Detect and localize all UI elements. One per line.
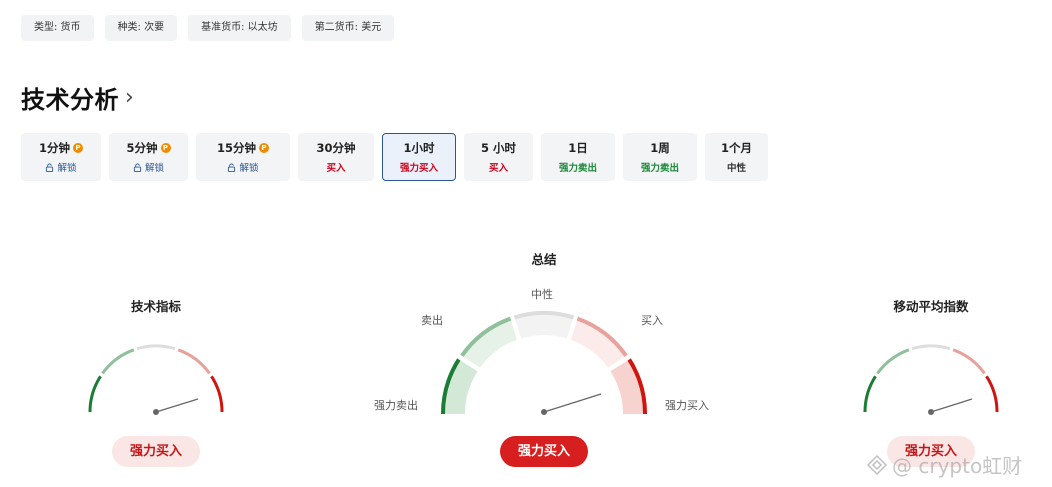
strong-buy-label: 强力买入 (665, 399, 709, 412)
buy-arc (177, 348, 211, 375)
summary-result-badge: 强力买入 (500, 436, 588, 467)
neutral-label: 中性 (531, 288, 553, 301)
summary-gauge-title: 总结 (531, 252, 557, 267)
strong-buy-arc (210, 375, 224, 413)
watermark-text: @ crypto虹财 (892, 454, 1023, 478)
strong-sell-arc (863, 375, 877, 413)
sell-arc (876, 348, 910, 375)
watermark: @ crypto虹财 (866, 450, 1022, 479)
summary-gauge (440, 310, 648, 415)
sell-arc (101, 348, 135, 375)
strong-sell-label: 强力卖出 (374, 399, 418, 412)
sell-label: 卖出 (421, 314, 443, 327)
neutral-arc (911, 344, 951, 351)
buy-label: 买入 (641, 314, 663, 327)
needle-pivot (928, 409, 934, 415)
moving-averages-gauge (863, 344, 999, 415)
gauge-needle (155, 398, 199, 413)
neutral-arc (136, 344, 176, 351)
gauge-arcs (88, 310, 999, 415)
buy-arc (952, 348, 986, 375)
strong-buy-arc (985, 375, 999, 413)
moving-averages-gauge-title: 移动平均指数 (893, 299, 969, 314)
gauge-needle (543, 393, 602, 413)
gauge-needle (930, 398, 973, 413)
needle-pivot (541, 409, 547, 415)
indicators-result-badge: 强力买入 (112, 436, 200, 467)
strong-sell-arc (88, 375, 102, 413)
diamond-logo-icon (866, 454, 888, 475)
indicators-gauge (88, 344, 224, 415)
needle-pivot (153, 409, 159, 415)
